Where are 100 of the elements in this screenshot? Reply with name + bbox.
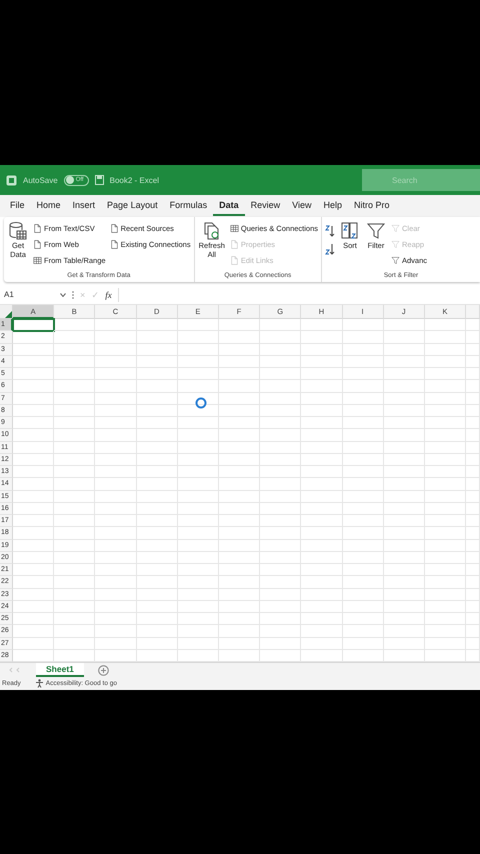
grid-cell[interactable] [384, 404, 425, 417]
grid-cell[interactable] [54, 380, 96, 392]
insert-function-button[interactable]: fx [105, 290, 112, 300]
grid-cell[interactable] [218, 576, 260, 588]
grid-cell[interactable] [260, 540, 302, 552]
grid-cell[interactable] [218, 515, 260, 528]
grid-cell[interactable] [424, 331, 466, 344]
grid-cell[interactable] [342, 502, 384, 515]
grid-cell[interactable] [342, 540, 384, 552]
grid-cell[interactable] [384, 442, 425, 454]
grid-cell[interactable] [466, 552, 480, 564]
grid-cell[interactable] [466, 380, 480, 392]
grid-cell[interactable] [218, 638, 260, 650]
grid-cell[interactable] [95, 478, 137, 490]
grid-cell[interactable] [466, 331, 480, 344]
grid-cell[interactable] [218, 466, 260, 478]
grid-cell[interactable] [301, 368, 342, 380]
grid-cell[interactable] [466, 344, 480, 356]
grid-cell[interactable] [466, 564, 480, 576]
grid-cell[interactable] [178, 638, 219, 650]
menu-tab[interactable]: View [286, 196, 318, 216]
grid-cell[interactable] [466, 429, 480, 442]
grid-cell[interactable] [95, 344, 137, 356]
grid-cell[interactable] [218, 625, 260, 638]
grid-cell[interactable] [301, 502, 342, 515]
grid-cell[interactable] [95, 331, 137, 344]
grid-cell[interactable] [424, 552, 466, 564]
grid-cell[interactable] [466, 392, 480, 405]
grid-cell[interactable] [260, 515, 302, 528]
grid-cell[interactable] [13, 527, 54, 540]
menu-tab[interactable]: Formulas [164, 196, 214, 216]
grid-cell[interactable] [178, 540, 219, 552]
grid-cell[interactable] [342, 442, 384, 454]
grid-cell[interactable] [424, 429, 466, 442]
grid-cell[interactable] [301, 600, 342, 613]
grid-cell[interactable] [95, 417, 137, 430]
grid-cell[interactable] [260, 404, 302, 417]
grid-cell[interactable] [384, 502, 425, 515]
grid-cell[interactable] [260, 613, 302, 626]
grid-cell[interactable] [260, 552, 302, 564]
grid-cell[interactable] [54, 638, 96, 650]
grid-cell[interactable] [424, 502, 466, 515]
grid-cell[interactable] [178, 588, 219, 601]
grid-cell[interactable] [95, 502, 137, 515]
grid-cell[interactable] [466, 576, 480, 588]
grid-cell[interactable] [95, 576, 137, 588]
grid-cell[interactable] [13, 442, 54, 454]
grid-cell[interactable] [384, 540, 425, 552]
grid-cell[interactable] [260, 466, 302, 478]
grid-cell[interactable] [13, 478, 54, 490]
grid-cell[interactable] [424, 319, 466, 332]
grid-cell[interactable] [13, 600, 54, 613]
grid-cell[interactable] [466, 527, 480, 540]
grid-cell[interactable] [301, 417, 342, 430]
grid-cell[interactable] [178, 625, 219, 638]
active-cell[interactable] [13, 319, 54, 332]
grid-cell[interactable] [342, 319, 384, 332]
grid-cell[interactable] [218, 356, 260, 368]
grid-cell[interactable] [178, 356, 219, 368]
grid-cell[interactable] [136, 613, 178, 626]
grid-cell[interactable] [218, 392, 260, 405]
grid-cell[interactable] [384, 392, 425, 405]
grid-cell[interactable] [218, 552, 260, 564]
grid-cell[interactable] [13, 502, 54, 515]
grid-cell[interactable] [54, 552, 96, 564]
grid-cell[interactable] [384, 564, 425, 576]
grid-cell[interactable] [54, 356, 96, 368]
grid-cell[interactable] [178, 552, 219, 564]
grid-cell[interactable] [424, 466, 466, 478]
grid-cell[interactable] [13, 576, 54, 588]
grid-cell[interactable] [424, 515, 466, 528]
grid-cell[interactable] [424, 638, 466, 650]
grid-cell[interactable] [54, 417, 96, 430]
grid-cell[interactable] [384, 368, 425, 380]
grid-cell[interactable] [95, 588, 137, 601]
grid-cell[interactable] [54, 429, 96, 442]
sheet-tab[interactable]: Sheet1 [36, 663, 84, 677]
grid-cell[interactable] [301, 380, 342, 392]
grid-cell[interactable] [218, 478, 260, 490]
grid-cell[interactable] [136, 527, 178, 540]
grid-cell[interactable] [95, 638, 137, 650]
grid-cell[interactable] [95, 625, 137, 638]
grid-cell[interactable] [466, 454, 480, 466]
grid-cell[interactable] [136, 600, 178, 613]
grid-cell[interactable] [384, 552, 425, 564]
grid-cell[interactable] [260, 331, 302, 344]
grid-cell[interactable] [342, 478, 384, 490]
grid-cell[interactable] [178, 564, 219, 576]
grid-cell[interactable] [13, 392, 54, 405]
menu-tab[interactable]: Nitro Pro [348, 196, 396, 216]
grid-cell[interactable] [95, 600, 137, 613]
grid-cell[interactable] [136, 454, 178, 466]
grid-cell[interactable] [342, 429, 384, 442]
grid-cell[interactable] [95, 356, 137, 368]
grid-cell[interactable] [178, 466, 219, 478]
select-all-button[interactable] [0, 305, 13, 319]
grid-cell[interactable] [178, 368, 219, 380]
grid-cell[interactable] [54, 576, 96, 588]
grid-cell[interactable] [466, 540, 480, 552]
grid-cell[interactable] [136, 380, 178, 392]
